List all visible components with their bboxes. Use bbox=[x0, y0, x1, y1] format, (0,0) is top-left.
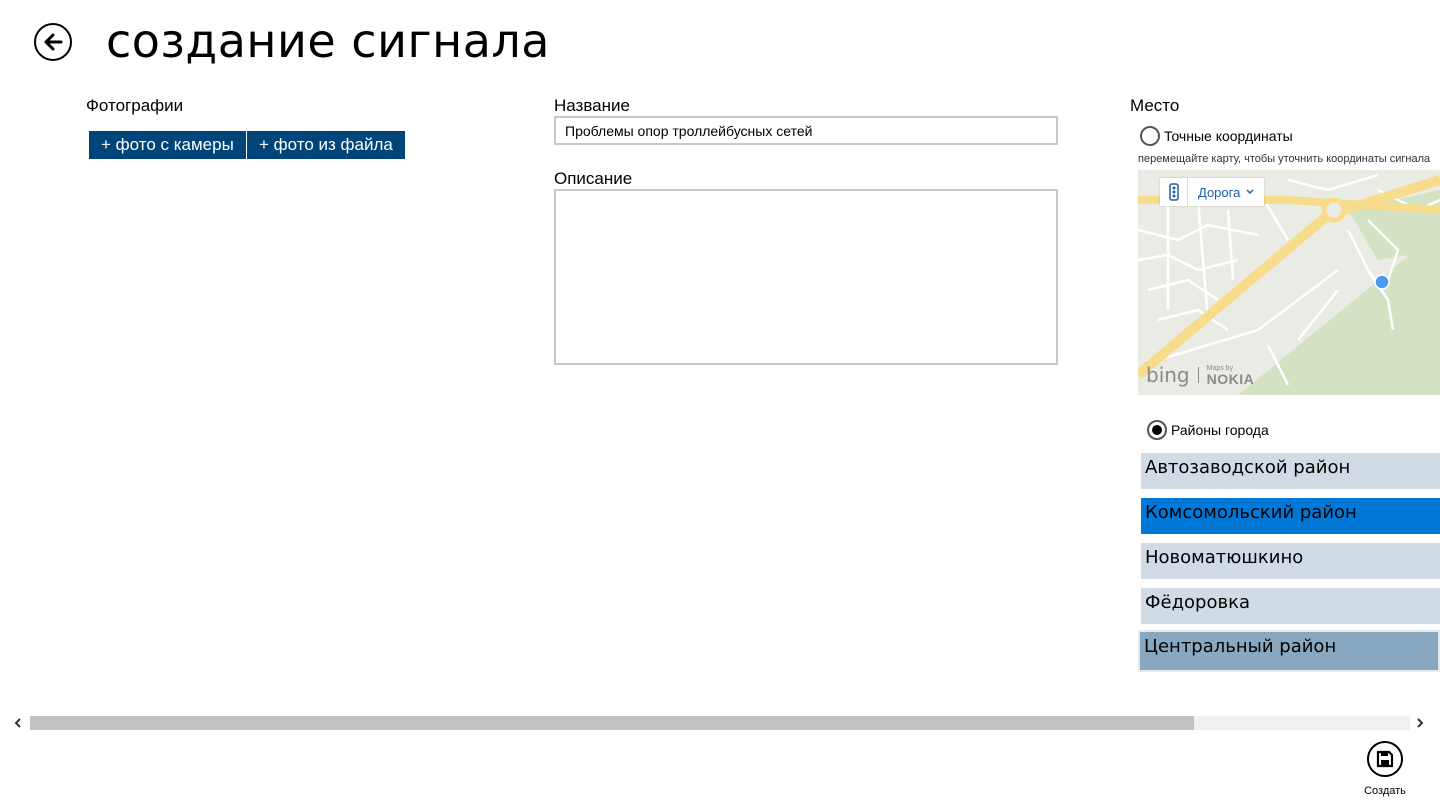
create-button[interactable]: Создать bbox=[1352, 741, 1418, 797]
back-button[interactable] bbox=[34, 23, 72, 61]
save-icon bbox=[1376, 750, 1394, 768]
traffic-button[interactable] bbox=[1160, 178, 1188, 206]
description-textarea[interactable] bbox=[554, 189, 1058, 365]
scroll-right-button[interactable] bbox=[1406, 715, 1434, 731]
bing-logo: bing bbox=[1146, 363, 1190, 387]
district-item[interactable]: Центральный район bbox=[1138, 630, 1440, 672]
map-style-label: Дорога bbox=[1198, 184, 1241, 200]
description-label: Описание bbox=[554, 169, 633, 188]
map-style-dropdown[interactable]: Дорога bbox=[1188, 185, 1264, 200]
scroll-thumb[interactable] bbox=[30, 716, 1194, 730]
exact-coords-radio[interactable]: Точные координаты bbox=[1140, 126, 1293, 146]
place-label: Место bbox=[1130, 96, 1180, 115]
district-item[interactable]: Фёдоровка bbox=[1141, 588, 1440, 624]
photos-label: Фотографии bbox=[86, 96, 184, 115]
page-title: создание сигнала bbox=[106, 14, 550, 68]
map-credit: bing Maps by NOKIA bbox=[1146, 363, 1254, 387]
chevron-down-icon bbox=[1246, 189, 1254, 195]
credit-separator bbox=[1197, 367, 1199, 383]
nokia-label: NOKIA bbox=[1206, 370, 1255, 387]
exact-coords-label: Точные координаты bbox=[1164, 128, 1293, 144]
create-button-circle bbox=[1367, 741, 1403, 777]
map-view[interactable]: Дорога bing Maps by NOKIA bbox=[1138, 170, 1440, 395]
radio-unchecked-icon bbox=[1140, 126, 1160, 146]
horizontal-scrollbar[interactable] bbox=[0, 715, 1440, 731]
districts-radio[interactable]: Районы города bbox=[1147, 420, 1269, 440]
traffic-light-icon bbox=[1168, 183, 1179, 201]
arrow-left-icon bbox=[44, 33, 63, 51]
districts-label: Районы города bbox=[1171, 422, 1269, 438]
scroll-left-button[interactable] bbox=[4, 715, 32, 731]
radio-checked-icon bbox=[1147, 420, 1167, 440]
photo-from-file-button[interactable]: + фото из файла bbox=[247, 131, 405, 159]
chevron-left-icon bbox=[14, 718, 21, 728]
chevron-right-icon bbox=[1417, 718, 1424, 728]
district-item[interactable]: Автозаводской район bbox=[1141, 453, 1440, 489]
name-input[interactable] bbox=[554, 116, 1058, 145]
map-hint: перемещайте карту, чтобы уточнить коорди… bbox=[1138, 153, 1431, 165]
photo-from-camera-button[interactable]: + фото с камеры bbox=[89, 131, 246, 159]
district-item[interactable]: Комсомольский район bbox=[1141, 498, 1440, 534]
nokia-logo: Maps by NOKIA bbox=[1207, 365, 1255, 386]
map-toolbar: Дорога bbox=[1160, 178, 1265, 206]
create-label: Создать bbox=[1364, 785, 1406, 797]
district-item[interactable]: Новоматюшкино bbox=[1141, 543, 1440, 579]
name-label: Название bbox=[554, 96, 630, 115]
